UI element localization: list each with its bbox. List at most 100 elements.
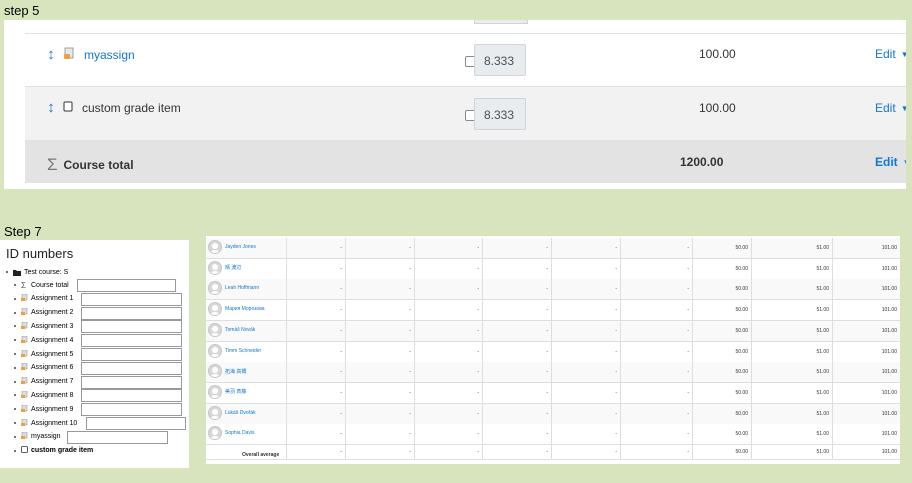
edit-menu[interactable]: Edit ▼ xyxy=(875,155,906,169)
grade-cell[interactable]: - xyxy=(286,258,345,279)
grade-cell[interactable]: 50.00 xyxy=(692,403,751,424)
grade-item-link[interactable]: myassign xyxy=(84,48,135,62)
id-number-input[interactable] xyxy=(81,334,182,348)
grade-cell[interactable]: 101.00 xyxy=(832,362,900,383)
grade-cell[interactable]: 101.00 xyxy=(832,341,900,362)
grade-cell[interactable]: 50.00 xyxy=(692,445,751,459)
grade-cell[interactable]: - xyxy=(551,424,620,445)
grade-cell[interactable]: 51.00 xyxy=(751,445,832,459)
grade-cell[interactable]: - xyxy=(286,300,345,321)
grade-cell[interactable]: - xyxy=(620,362,692,383)
avatar[interactable] xyxy=(208,281,222,296)
grade-cell[interactable]: - xyxy=(482,238,551,258)
id-number-input[interactable] xyxy=(81,292,182,306)
student-name-link[interactable]: 美羽 斎藤 xyxy=(225,388,246,395)
grade-cell[interactable]: 101.00 xyxy=(832,279,900,300)
id-number-input[interactable] xyxy=(86,417,186,430)
grade-cell[interactable]: - xyxy=(414,362,482,383)
move-icon[interactable]: ↕ xyxy=(47,99,55,116)
grade-cell[interactable]: - xyxy=(482,279,551,300)
grade-cell[interactable]: 51.00 xyxy=(751,279,832,300)
grade-cell[interactable]: 101.00 xyxy=(832,238,900,258)
grade-cell[interactable]: - xyxy=(482,362,551,383)
student-name-link[interactable]: Tomáš Novák xyxy=(225,327,255,333)
grade-cell[interactable]: - xyxy=(286,445,345,459)
grade-cell[interactable]: - xyxy=(414,445,482,459)
grade-cell[interactable]: - xyxy=(551,279,620,300)
grade-cell[interactable]: - xyxy=(345,341,414,362)
grade-cell[interactable]: - xyxy=(345,300,414,321)
grade-cell[interactable]: - xyxy=(551,445,620,459)
grade-cell[interactable]: - xyxy=(620,424,692,445)
grade-cell[interactable]: 50.00 xyxy=(692,341,751,362)
grade-cell[interactable]: - xyxy=(414,341,482,362)
grade-cell[interactable]: 51.00 xyxy=(751,320,832,341)
grade-cell[interactable]: 51.00 xyxy=(751,238,832,258)
weight-input[interactable]: 8.333 xyxy=(474,44,526,76)
grade-cell[interactable]: - xyxy=(482,341,551,362)
id-number-input[interactable] xyxy=(81,348,182,361)
grade-cell[interactable]: - xyxy=(482,320,551,341)
grade-cell[interactable]: - xyxy=(551,382,620,403)
grade-cell[interactable]: - xyxy=(620,320,692,341)
grade-cell[interactable]: - xyxy=(620,300,692,321)
edit-menu[interactable]: Edit ▼ xyxy=(875,47,906,61)
grade-cell[interactable]: - xyxy=(551,403,620,424)
grade-cell[interactable]: - xyxy=(414,279,482,300)
grade-cell[interactable]: 101.00 xyxy=(832,424,900,445)
grade-cell[interactable]: - xyxy=(345,445,414,459)
grade-cell[interactable]: - xyxy=(345,320,414,341)
grade-cell[interactable]: 51.00 xyxy=(751,382,832,403)
weight-input[interactable]: 8.333 xyxy=(474,98,526,130)
grade-cell[interactable]: - xyxy=(620,403,692,424)
avatar[interactable] xyxy=(208,343,222,358)
grade-cell[interactable]: - xyxy=(482,300,551,321)
avatar[interactable] xyxy=(208,364,222,379)
id-number-input[interactable] xyxy=(81,361,182,375)
grade-cell[interactable]: - xyxy=(482,382,551,403)
student-name-link[interactable]: 拓海 高橋 xyxy=(225,368,246,375)
id-number-input[interactable] xyxy=(77,279,176,292)
grade-cell[interactable]: 50.00 xyxy=(692,279,751,300)
grade-cell[interactable]: - xyxy=(620,258,692,279)
grade-cell[interactable]: 101.00 xyxy=(832,320,900,341)
id-number-input[interactable] xyxy=(81,389,182,403)
grade-cell[interactable]: - xyxy=(286,238,345,258)
grade-cell[interactable]: 51.00 xyxy=(751,424,832,445)
grade-cell[interactable]: 51.00 xyxy=(751,300,832,321)
grade-cell[interactable]: - xyxy=(414,258,482,279)
avatar[interactable] xyxy=(208,260,222,275)
grade-cell[interactable]: 51.00 xyxy=(751,341,832,362)
grade-cell[interactable]: - xyxy=(620,341,692,362)
partial-weight-input[interactable] xyxy=(474,20,528,24)
grade-cell[interactable]: - xyxy=(345,238,414,258)
grade-cell[interactable]: - xyxy=(482,258,551,279)
grade-cell[interactable]: 101.00 xyxy=(832,382,900,403)
grade-cell[interactable]: - xyxy=(551,238,620,258)
grade-cell[interactable]: - xyxy=(551,320,620,341)
grade-cell[interactable]: 50.00 xyxy=(692,238,751,258)
grade-cell[interactable]: - xyxy=(286,403,345,424)
grade-cell[interactable]: - xyxy=(551,300,620,321)
grade-cell[interactable]: - xyxy=(345,362,414,383)
grade-cell[interactable]: - xyxy=(414,424,482,445)
avatar[interactable] xyxy=(208,240,222,254)
grade-cell[interactable]: - xyxy=(551,362,620,383)
grade-cell[interactable]: 101.00 xyxy=(832,445,900,459)
grade-cell[interactable]: - xyxy=(286,424,345,445)
grade-cell[interactable]: - xyxy=(482,403,551,424)
grade-cell[interactable]: 50.00 xyxy=(692,382,751,403)
avatar[interactable] xyxy=(208,384,222,399)
student-name-link[interactable]: Sophia Davis xyxy=(225,430,254,436)
grade-cell[interactable]: 50.00 xyxy=(692,300,751,321)
student-name-link[interactable]: Мария Морозова xyxy=(225,306,265,312)
grade-cell[interactable]: - xyxy=(286,341,345,362)
move-icon[interactable]: ↕ xyxy=(47,46,55,63)
grade-cell[interactable]: 50.00 xyxy=(692,362,751,383)
grade-cell[interactable]: - xyxy=(414,238,482,258)
grade-cell[interactable]: - xyxy=(286,362,345,383)
grade-cell[interactable]: - xyxy=(286,382,345,403)
student-name-link[interactable]: Leah Hoffmann xyxy=(225,285,259,291)
avatar[interactable] xyxy=(208,302,222,317)
student-name-link[interactable]: Timm Schneider xyxy=(225,348,261,354)
